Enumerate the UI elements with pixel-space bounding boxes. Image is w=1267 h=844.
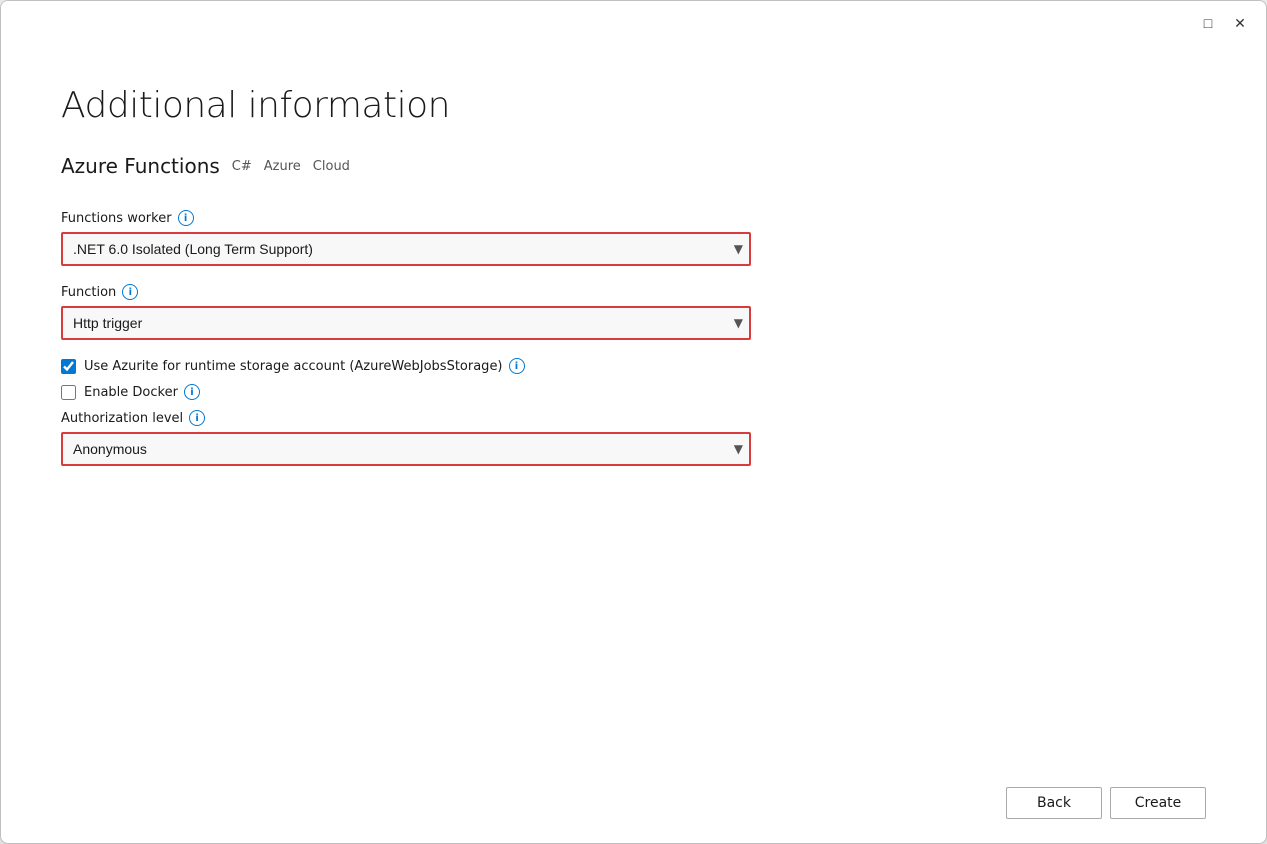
function-label: Function i	[61, 284, 1206, 300]
main-content: Additional information Azure Functions C…	[1, 45, 1266, 771]
form-section: Functions worker i .NET 6.0 Isolated (Lo…	[61, 210, 1206, 484]
maximize-button[interactable]: □	[1194, 9, 1222, 37]
enable-docker-label: Enable Docker i	[84, 384, 200, 400]
authorization-level-label-text: Authorization level	[61, 411, 183, 426]
functions-worker-info-icon[interactable]: i	[178, 210, 194, 226]
title-bar-controls: □ ✕	[1194, 9, 1254, 37]
use-azurite-info-icon[interactable]: i	[509, 358, 525, 374]
function-info-icon[interactable]: i	[122, 284, 138, 300]
use-azurite-label: Use Azurite for runtime storage account …	[84, 358, 525, 374]
authorization-level-label: Authorization level i	[61, 410, 1206, 426]
functions-worker-dropdown-container: .NET 6.0 Isolated (Long Term Support).NE…	[61, 232, 751, 266]
back-button[interactable]: Back	[1006, 787, 1102, 819]
function-dropdown-container: Http triggerTimer triggerBlob triggerQue…	[61, 306, 751, 340]
tag-cloud: Cloud	[313, 159, 350, 174]
functions-worker-label-text: Functions worker	[61, 211, 172, 226]
use-azurite-label-text: Use Azurite for runtime storage account …	[84, 359, 503, 374]
enable-docker-row: Enable Docker i	[61, 384, 1206, 400]
tag-azure: Azure	[264, 159, 301, 174]
enable-docker-info-icon[interactable]: i	[184, 384, 200, 400]
tag-csharp: C#	[232, 159, 252, 174]
function-group: Function i Http triggerTimer triggerBlob…	[61, 284, 1206, 340]
subtitle-row: Azure Functions C# Azure Cloud	[61, 154, 1206, 178]
page-title: Additional information	[61, 85, 1206, 126]
create-button[interactable]: Create	[1110, 787, 1206, 819]
authorization-level-info-icon[interactable]: i	[189, 410, 205, 426]
authorization-level-dropdown-container: AnonymousFunctionAdmin ▼	[61, 432, 751, 466]
use-azurite-checkbox[interactable]	[61, 359, 76, 374]
functions-worker-label: Functions worker i	[61, 210, 1206, 226]
functions-worker-group: Functions worker i .NET 6.0 Isolated (Lo…	[61, 210, 1206, 266]
title-bar: □ ✕	[1, 1, 1266, 45]
close-button[interactable]: ✕	[1226, 9, 1254, 37]
main-window: □ ✕ Additional information Azure Functio…	[0, 0, 1267, 844]
use-azurite-row: Use Azurite for runtime storage account …	[61, 358, 1206, 374]
function-select[interactable]: Http triggerTimer triggerBlob triggerQue…	[61, 306, 751, 340]
function-label-text: Function	[61, 285, 116, 300]
subtitle-main: Azure Functions	[61, 154, 220, 178]
authorization-level-group: Authorization level i AnonymousFunctionA…	[61, 410, 1206, 466]
footer: Back Create	[1, 771, 1266, 843]
functions-worker-select[interactable]: .NET 6.0 Isolated (Long Term Support).NE…	[61, 232, 751, 266]
enable-docker-checkbox[interactable]	[61, 385, 76, 400]
enable-docker-label-text: Enable Docker	[84, 385, 178, 400]
authorization-level-select[interactable]: AnonymousFunctionAdmin	[61, 432, 751, 466]
